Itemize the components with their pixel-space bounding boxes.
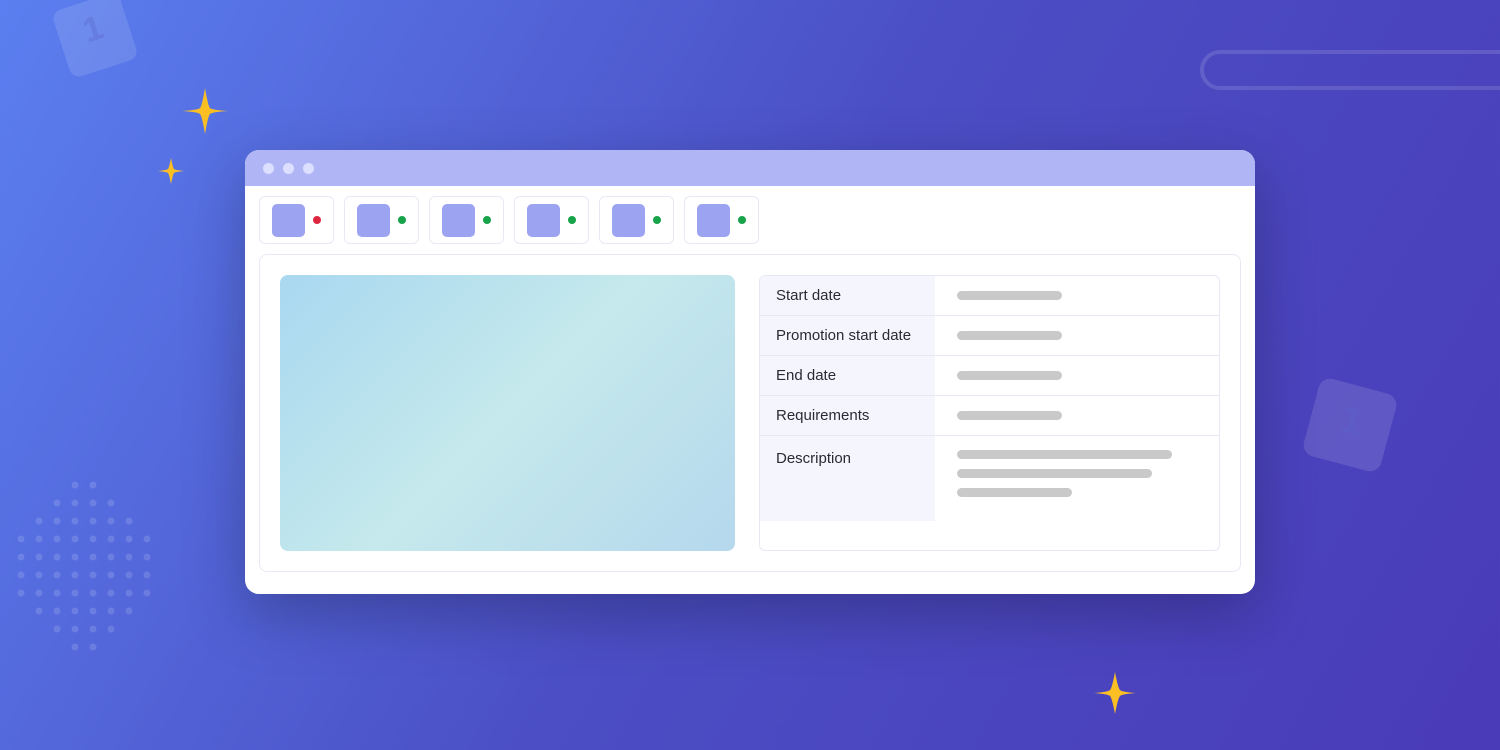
field-row-promotion-start-date: Promotion start date xyxy=(760,316,1219,356)
content-panel: Start date Promotion start date End date… xyxy=(259,254,1241,572)
tab-item-2[interactable] xyxy=(344,196,419,244)
pill-decoration xyxy=(1200,50,1500,90)
field-label: Description xyxy=(760,436,935,521)
field-value[interactable] xyxy=(935,396,1219,435)
field-row-start-date: Start date xyxy=(760,276,1219,316)
field-value[interactable] xyxy=(935,356,1219,395)
card-decoration-icon: 1 xyxy=(1289,364,1411,486)
status-dot-icon xyxy=(738,216,746,224)
placeholder-text xyxy=(957,411,1062,420)
tab-thumbnail-icon xyxy=(357,204,390,237)
placeholder-text xyxy=(957,371,1062,380)
field-label: End date xyxy=(760,356,935,395)
field-label: Requirements xyxy=(760,396,935,435)
sparkle-icon xyxy=(178,84,232,138)
placeholder-text xyxy=(957,331,1062,340)
window-control-close[interactable] xyxy=(263,163,274,174)
tab-bar xyxy=(245,186,1255,244)
field-value[interactable] xyxy=(935,316,1219,355)
tab-thumbnail-icon xyxy=(697,204,730,237)
placeholder-text xyxy=(957,469,1152,478)
tab-thumbnail-icon xyxy=(272,204,305,237)
field-value[interactable] xyxy=(935,436,1219,521)
tab-item-3[interactable] xyxy=(429,196,504,244)
preview-image xyxy=(280,275,735,551)
window-control-minimize[interactable] xyxy=(283,163,294,174)
status-dot-icon xyxy=(398,216,406,224)
status-dot-icon xyxy=(313,216,321,224)
field-row-end-date: End date xyxy=(760,356,1219,396)
browser-window: Start date Promotion start date End date… xyxy=(245,150,1255,594)
tab-thumbnail-icon xyxy=(442,204,475,237)
field-label: Promotion start date xyxy=(760,316,935,355)
tab-thumbnail-icon xyxy=(527,204,560,237)
field-label: Start date xyxy=(760,276,935,315)
tab-item-4[interactable] xyxy=(514,196,589,244)
tab-item-5[interactable] xyxy=(599,196,674,244)
status-dot-icon xyxy=(483,216,491,224)
placeholder-text xyxy=(957,291,1062,300)
field-row-description: Description xyxy=(760,436,1219,521)
tab-item-1[interactable] xyxy=(259,196,334,244)
dot-grid-decoration xyxy=(15,475,195,695)
placeholder-text xyxy=(957,488,1072,497)
sparkle-icon xyxy=(1090,668,1140,718)
status-dot-icon xyxy=(653,216,661,224)
field-value[interactable] xyxy=(935,276,1219,315)
status-dot-icon xyxy=(568,216,576,224)
placeholder-text xyxy=(957,450,1172,459)
tab-item-6[interactable] xyxy=(684,196,759,244)
field-row-requirements: Requirements xyxy=(760,396,1219,436)
tab-thumbnail-icon xyxy=(612,204,645,237)
window-control-zoom[interactable] xyxy=(303,163,314,174)
window-titlebar xyxy=(245,150,1255,186)
field-table: Start date Promotion start date End date… xyxy=(759,275,1220,551)
sparkle-icon xyxy=(155,155,187,187)
card-decoration-icon: 1 xyxy=(38,0,151,92)
